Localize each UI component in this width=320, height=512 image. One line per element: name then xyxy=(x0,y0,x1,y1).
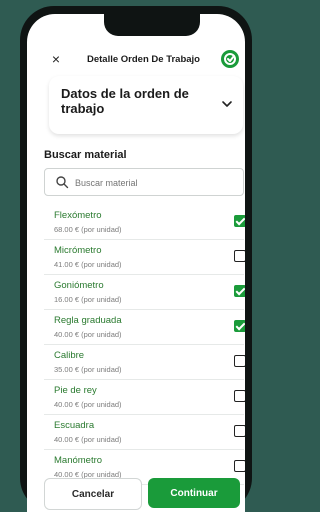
list-item[interactable]: Regla graduada 40.00 € (por unidad) xyxy=(44,310,245,345)
search-material-heading: Buscar material xyxy=(44,149,127,161)
footer-actions: Cancelar Continuar xyxy=(27,474,245,512)
material-name: Calibre xyxy=(54,350,85,361)
material-checkbox[interactable] xyxy=(234,215,245,227)
order-details-accordion[interactable]: Datos de la orden de trabajo xyxy=(49,76,243,134)
material-name: Regla graduada xyxy=(54,315,122,326)
cancel-button[interactable]: Cancelar xyxy=(44,478,142,510)
material-price: 16.00 € (por unidad) xyxy=(54,295,122,304)
check-circle-icon-graphic xyxy=(224,53,236,65)
order-details-title: Datos de la orden de trabajo xyxy=(61,86,189,116)
list-item[interactable]: Flexómetro 68.00 € (por unidad) xyxy=(44,205,245,240)
chevron-down-icon[interactable] xyxy=(221,98,233,110)
materials-list: Flexómetro 68.00 € (por unidad) Micrómet… xyxy=(44,205,245,485)
search-box[interactable] xyxy=(44,168,244,196)
close-icon[interactable]: × xyxy=(47,50,65,68)
list-item[interactable]: Goniómetro 16.00 € (por unidad) xyxy=(44,275,245,310)
material-price: 41.00 € (por unidad) xyxy=(54,260,122,269)
material-price: 40.00 € (por unidad) xyxy=(54,330,122,339)
material-checkbox[interactable] xyxy=(234,285,245,297)
search-icon xyxy=(56,176,69,189)
material-checkbox[interactable] xyxy=(234,250,245,262)
list-item[interactable]: Pie de rey 40.00 € (por unidad) xyxy=(44,380,245,415)
app-screen: × Detalle Orden De Trabajo Datos de la o… xyxy=(27,14,245,512)
material-checkbox[interactable] xyxy=(234,390,245,402)
material-checkbox[interactable] xyxy=(234,425,245,437)
page-title: Detalle Orden De Trabajo xyxy=(87,54,200,65)
dynamic-island xyxy=(104,14,200,36)
check-circle-icon[interactable] xyxy=(221,50,239,68)
list-item[interactable]: Micrómetro 41.00 € (por unidad) xyxy=(44,240,245,275)
material-price: 40.00 € (por unidad) xyxy=(54,435,122,444)
continue-button[interactable]: Continuar xyxy=(148,478,240,508)
header: × Detalle Orden De Trabajo xyxy=(27,40,245,80)
material-name: Micrómetro xyxy=(54,245,102,256)
material-price: 35.00 € (por unidad) xyxy=(54,365,122,374)
material-name: Flexómetro xyxy=(54,210,102,221)
material-name: Manómetro xyxy=(54,455,103,466)
list-item[interactable]: Calibre 35.00 € (por unidad) xyxy=(44,345,245,380)
material-price: 40.00 € (por unidad) xyxy=(54,400,122,409)
material-name: Goniómetro xyxy=(54,280,104,291)
material-checkbox[interactable] xyxy=(234,320,245,332)
material-checkbox[interactable] xyxy=(234,355,245,367)
list-item[interactable]: Escuadra 40.00 € (por unidad) xyxy=(44,415,245,450)
search-input[interactable] xyxy=(73,173,237,193)
material-name: Pie de rey xyxy=(54,385,97,396)
material-price: 68.00 € (por unidad) xyxy=(54,225,122,234)
material-checkbox[interactable] xyxy=(234,460,245,472)
material-name: Escuadra xyxy=(54,420,95,431)
